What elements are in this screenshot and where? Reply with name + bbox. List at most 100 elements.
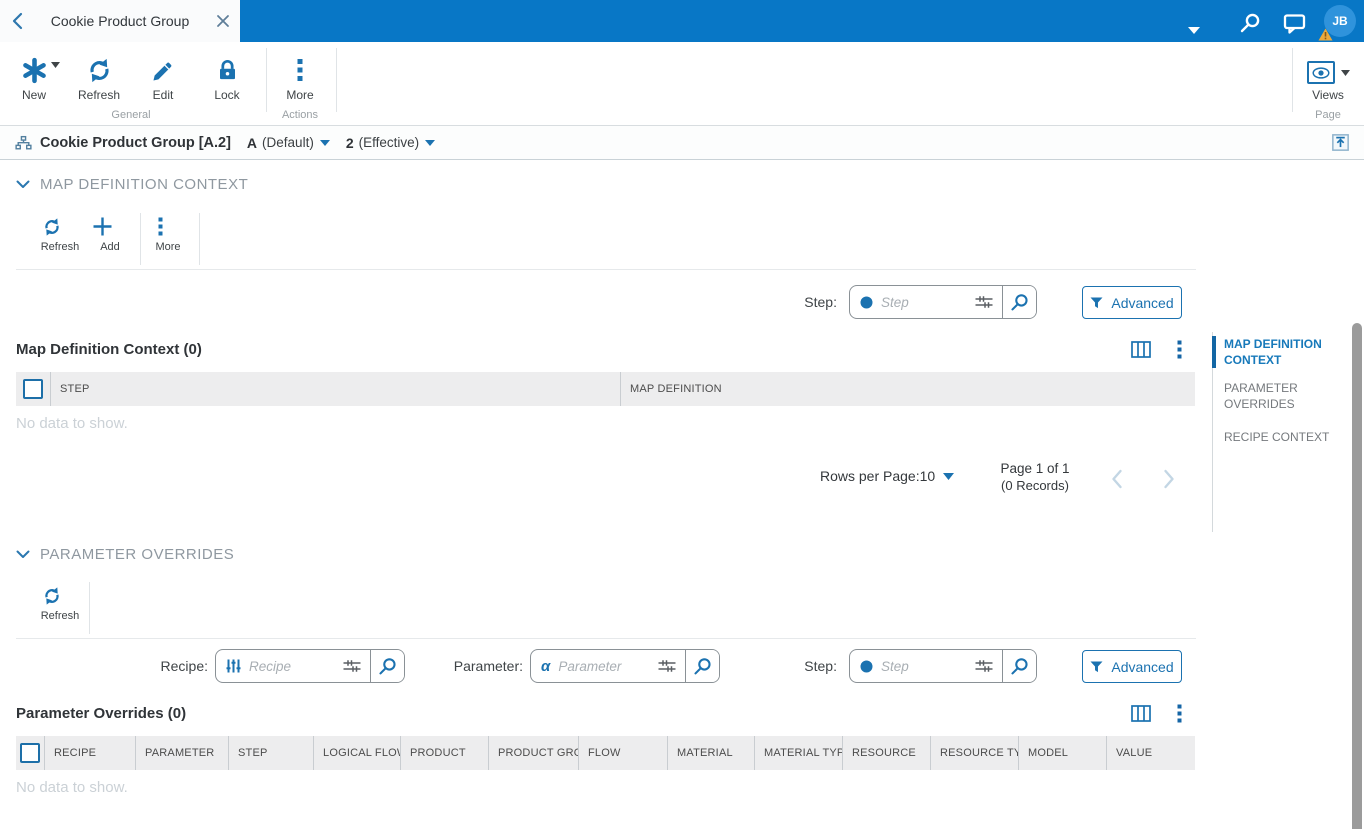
map-section-toolbar: Refresh Add More	[16, 209, 1196, 270]
section-nav: MAP DEFINITION CONTEXT PARAMETER OVERRID…	[1212, 332, 1342, 532]
vertical-scrollbar[interactable]	[1352, 323, 1362, 829]
section-map-definition-context-header: MAP DEFINITION CONTEXT	[16, 176, 248, 193]
column-header-material[interactable]: MATERIAL	[667, 736, 754, 770]
add-plus-icon	[93, 217, 111, 236]
parameter-search-button[interactable]	[686, 650, 719, 682]
filter-options-button[interactable]	[657, 658, 677, 674]
ribbon-separator	[1292, 48, 1293, 112]
previous-page-button[interactable]	[1110, 468, 1124, 490]
grid-menu-button[interactable]	[1177, 704, 1182, 723]
column-chooser-button[interactable]	[1131, 341, 1151, 358]
edit-button[interactable]: Edit	[131, 50, 195, 112]
document-tab[interactable]: Cookie Product Group	[0, 0, 240, 42]
hierarchy-icon	[15, 135, 32, 149]
column-header-parameter[interactable]: PARAMETER	[135, 736, 228, 770]
filter-options-button[interactable]	[974, 658, 994, 674]
ribbon-group-actions-label: Actions	[281, 109, 319, 121]
global-search-button[interactable]	[1228, 8, 1272, 34]
column-header-resource-type[interactable]: RESOURCE TYPE	[930, 736, 1018, 770]
back-button[interactable]	[0, 0, 34, 42]
column-header-product-group[interactable]: PRODUCT GROUP	[488, 736, 578, 770]
column-header-resource[interactable]: RESOURCE	[842, 736, 930, 770]
column-chooser-button[interactable]	[1131, 705, 1151, 722]
section-collapse-button[interactable]	[16, 550, 30, 559]
new-button[interactable]: New	[2, 50, 66, 112]
user-menu-button[interactable]: JB	[1316, 0, 1364, 42]
edit-pencil-icon	[153, 62, 172, 81]
chevron-down-icon	[943, 472, 955, 480]
ribbon-separator	[266, 48, 267, 112]
tab-close-button[interactable]	[206, 0, 240, 42]
select-all-checkbox[interactable]	[20, 743, 40, 763]
magnifier-icon	[1011, 293, 1028, 310]
column-header-step[interactable]: STEP	[228, 736, 313, 770]
map-grid-pager: Rows per Page:10 Page 1 of 1 (0 Records)	[0, 458, 1200, 504]
select-all-checkbox[interactable]	[23, 379, 43, 399]
close-icon	[217, 15, 229, 27]
step-filter-label: Step:	[804, 658, 837, 674]
step-circle-icon	[860, 660, 873, 672]
refresh-button[interactable]: Refresh	[67, 50, 131, 112]
step-search-button[interactable]	[1003, 286, 1036, 318]
popout-button[interactable]	[1332, 134, 1349, 151]
chevron-right-icon	[1164, 469, 1174, 489]
column-header-step[interactable]: STEP	[50, 372, 620, 406]
topbar-dropdown-button[interactable]	[1172, 8, 1216, 34]
grid-menu-button[interactable]	[1177, 340, 1182, 359]
column-header-map-definition[interactable]: MAP DEFINITION	[620, 372, 1195, 406]
column-header-material-type[interactable]: MATERIAL TYPE	[754, 736, 842, 770]
app-window: Cookie Product Group JB New Refresh Edit…	[0, 0, 1364, 829]
refresh-icon	[45, 587, 59, 605]
section-refresh-button[interactable]: Refresh	[30, 580, 90, 622]
funnel-icon	[1090, 660, 1103, 672]
page-number-text: Page 1 of 1	[1000, 461, 1070, 476]
refresh-button-label: Refresh	[77, 88, 121, 102]
rows-per-page-selector[interactable]: Rows per Page:10	[820, 468, 955, 484]
section-add-button[interactable]: Add	[80, 211, 140, 253]
lock-button[interactable]: Lock	[195, 50, 259, 112]
chevron-left-icon	[1112, 469, 1122, 489]
parameter-filter-input[interactable]	[550, 658, 657, 674]
filter-options-button[interactable]	[342, 658, 362, 674]
nav-item-recipe-context[interactable]: RECIPE CONTEXT	[1213, 429, 1331, 445]
section-collapse-button[interactable]	[16, 180, 30, 189]
records-count-text: (0 Records)	[1001, 478, 1069, 493]
more-kebab-icon	[1177, 704, 1182, 723]
grid-title: Map Definition Context (0)	[16, 341, 202, 358]
column-header-logical-flow[interactable]: LOGICAL FLOW	[313, 736, 400, 770]
parameter-filter-box: α	[530, 649, 720, 683]
revision-selector[interactable]: 2 (Effective)	[346, 135, 436, 151]
nav-item-parameter-overrides[interactable]: PARAMETER OVERRIDES	[1213, 380, 1331, 412]
map-grid-titlebar: Map Definition Context (0)	[16, 340, 1182, 359]
map-section-filter-row: Step: Advanced	[0, 285, 1364, 321]
parameter-filter-label: Parameter:	[453, 658, 523, 674]
recipe-filter-label: Recipe:	[160, 658, 208, 674]
column-header-flow[interactable]: FLOW	[578, 736, 667, 770]
advanced-filter-button[interactable]: Advanced	[1082, 650, 1182, 683]
filter-options-button[interactable]	[974, 294, 994, 310]
page-info: Page 1 of 1 (0 Records)	[985, 461, 1085, 493]
more-button-label: More	[286, 88, 314, 102]
column-header-value[interactable]: VALUE	[1106, 736, 1195, 770]
tune-sliders-icon	[343, 660, 361, 672]
recipe-filter-input[interactable]	[241, 658, 342, 674]
tune-sliders-icon	[658, 660, 676, 672]
column-header-product[interactable]: PRODUCT	[400, 736, 488, 770]
recipe-search-button[interactable]	[371, 650, 404, 682]
add-label: Add	[100, 241, 120, 253]
advanced-filter-button[interactable]: Advanced	[1082, 286, 1182, 319]
section-more-button[interactable]: More	[138, 211, 198, 253]
step-search-button[interactable]	[1003, 650, 1036, 682]
step-filter-input[interactable]	[873, 658, 974, 674]
views-button[interactable]: Views	[1296, 50, 1360, 112]
chat-icon	[1283, 14, 1305, 34]
nav-item-map-definition-context[interactable]: MAP DEFINITION CONTEXT	[1212, 336, 1331, 368]
next-page-button[interactable]	[1162, 468, 1176, 490]
messages-button[interactable]	[1272, 8, 1316, 34]
step-filter-input[interactable]	[873, 294, 974, 310]
more-button[interactable]: More	[268, 50, 332, 112]
column-header-model[interactable]: MODEL	[1018, 736, 1106, 770]
column-header-recipe[interactable]: RECIPE	[44, 736, 135, 770]
version-selector[interactable]: A (Default)	[247, 135, 330, 151]
recipe-filter-box	[215, 649, 405, 683]
